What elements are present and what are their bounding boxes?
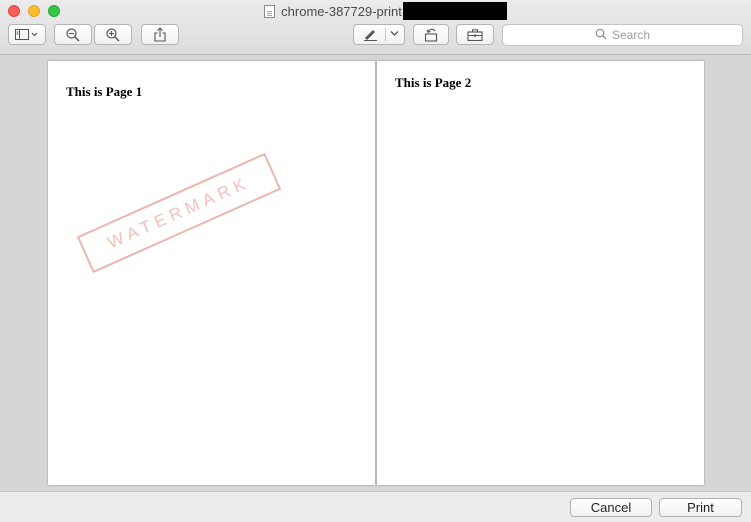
watermark-stamp: WATERMARK	[76, 152, 282, 274]
share-icon	[154, 27, 166, 42]
search-field[interactable]: Search	[502, 24, 743, 46]
zoom-in-button[interactable]	[94, 24, 132, 45]
search-placeholder: Search	[611, 28, 651, 42]
sidebar-icon	[15, 28, 39, 41]
toolbox-icon	[467, 28, 483, 41]
print-preview-window: chrome-387729-print Search This is Page …	[0, 0, 751, 522]
pen-icon	[363, 29, 378, 41]
share-button[interactable]	[141, 24, 179, 45]
sidebar-toggle-button[interactable]	[8, 24, 46, 45]
rotate-button[interactable]	[413, 24, 449, 45]
zoom-out-button[interactable]	[54, 24, 92, 45]
zoom-in-icon	[106, 27, 120, 42]
redacted-title-block	[402, 2, 507, 20]
print-actions-bar: Cancel Print	[0, 491, 751, 522]
search-icon	[595, 28, 612, 43]
title-toolbar: chrome-387729-print Search	[0, 0, 751, 55]
rotate-icon	[424, 28, 439, 42]
page-2: This is Page 2	[377, 61, 704, 485]
document-icon	[264, 4, 276, 18]
document-viewer[interactable]: This is Page 1 WATERMARK This is Page 2	[0, 55, 751, 491]
window-title-area: chrome-387729-print	[0, 2, 751, 20]
window-title: chrome-387729-print	[281, 3, 402, 19]
markup-split-divider	[385, 28, 386, 41]
print-button[interactable]: Print	[659, 498, 742, 517]
page-1-heading: This is Page 1	[66, 84, 143, 99]
page-2-heading: This is Page 2	[395, 75, 472, 90]
cancel-button[interactable]: Cancel	[570, 498, 652, 517]
markup-button[interactable]	[353, 24, 405, 45]
page-1: This is Page 1 WATERMARK	[48, 61, 375, 485]
chevron-down-icon[interactable]	[390, 30, 399, 37]
toolbox-button[interactable]	[456, 24, 494, 45]
zoom-out-icon	[66, 27, 80, 42]
